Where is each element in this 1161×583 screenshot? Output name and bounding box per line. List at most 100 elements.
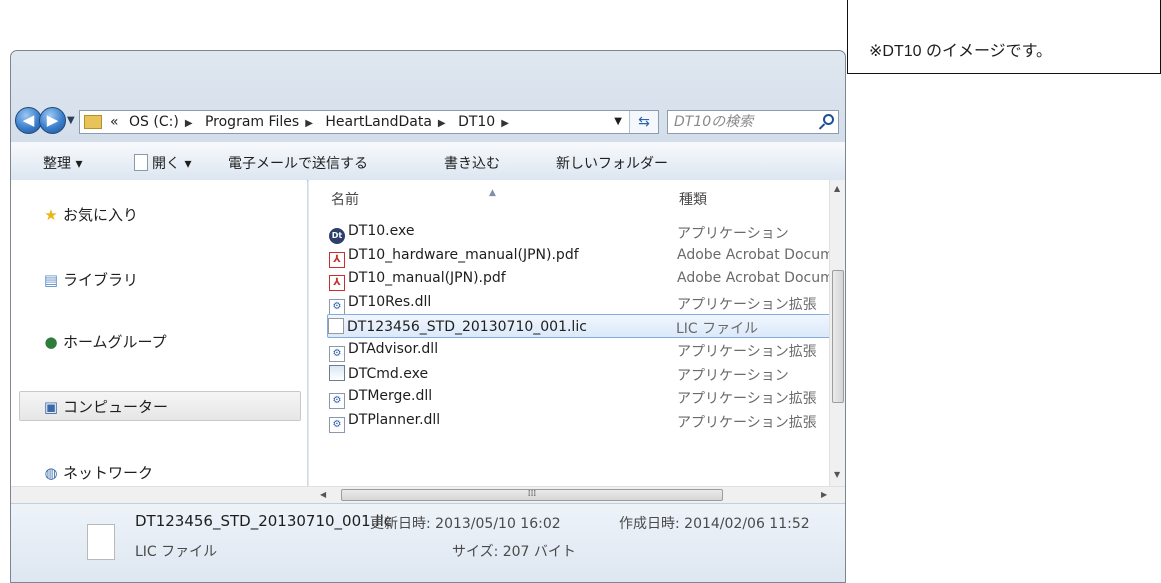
breadcrumb-heartlanddata[interactable]: HeartLandData (325, 114, 432, 130)
file-type: アプリケーション拡張 (677, 344, 817, 360)
dll-file-icon: ⚙ (329, 393, 345, 410)
search-icon[interactable] (823, 114, 834, 125)
details-modified: 更新日時: 2013/05/10 16:02 (370, 516, 561, 532)
address-bar[interactable]: « OS (C:) ▶ Program Files ▶ HeartLandData ▶… (79, 110, 659, 134)
file-name-text: DT10_manual(JPN).pdf (348, 270, 506, 287)
breadcrumb: « OS (C:) ▶ Program Files ▶ HeartLandData ▶… (110, 111, 517, 135)
pdf-file-icon: ⅄ (329, 275, 345, 292)
refresh-icon[interactable]: ⇆ (629, 111, 658, 133)
file-type: Adobe Acrobat Document (677, 270, 846, 287)
breadcrumb-os-c[interactable]: OS (C:) (129, 114, 179, 130)
file-name-text: DT10_hardware_manual(JPN).pdf (348, 246, 579, 263)
file-row[interactable]: ⅄ DT10_hardware_manual(JPN).pdf Adobe Acro… (329, 244, 846, 268)
file-row[interactable]: ⚙ DT10Res.dll アプリケーション拡張 (329, 291, 845, 315)
file-preview-icon (87, 524, 115, 560)
chevron-right-icon[interactable]: ▶ (438, 118, 446, 129)
nav-item-network[interactable]: ◍ ネットワーク (43, 462, 153, 483)
navigation-pane: ★ お気に入り ▤ ライブラリ ● ホームグループ ▣ コンピューター ◍ ネットワーク (11, 180, 307, 486)
breadcrumb-program-files[interactable]: Program Files (205, 114, 299, 130)
organize-button[interactable]: 整理 ▾ (43, 153, 82, 173)
breadcrumb-dt10[interactable]: DT10 (458, 114, 495, 130)
folder-icon (84, 115, 102, 129)
address-dropdown-icon[interactable]: ▼ (614, 111, 622, 133)
file-name-text: DTCmd.exe (348, 365, 429, 382)
file-name: ⚙ DT10Res.dll (329, 294, 431, 315)
nav-item-libraries[interactable]: ▤ ライブラリ (43, 269, 138, 290)
dll-file-icon: ⚙ (329, 346, 345, 362)
file-name-text: DT10.exe (348, 223, 415, 239)
file-name: ⚙ DTMerge.dll (329, 388, 433, 410)
file-type: Adobe Acrobat Document (677, 246, 846, 263)
file-name: ⚙ DTPlanner.dll (329, 412, 440, 433)
open-button[interactable]: 開く ▾ (134, 153, 191, 173)
caption-text: ※DT10 のイメージです。 (869, 43, 1053, 60)
file-row[interactable]: ⚙ DTPlanner.dll アプリケーション拡張 (329, 409, 845, 433)
horizontal-scrollbar[interactable]: ◀ ⁞⁞⁞ ▶ (11, 486, 845, 504)
vertical-scroll-thumb[interactable] (832, 270, 844, 403)
details-created: 作成日時: 2014/02/06 11:52 (619, 516, 810, 532)
document-icon (134, 154, 148, 171)
nav-item-favorites[interactable]: ★ お気に入り (43, 204, 138, 225)
nav-item-homegroup[interactable]: ● ホームグループ (43, 331, 167, 352)
file-type: アプリケーション (677, 226, 789, 242)
file-name: DTCmd.exe (329, 364, 429, 382)
file-row[interactable]: ⚙ DTAdvisor.dll アプリケーション拡張 (329, 338, 845, 362)
chevron-right-icon[interactable]: ▶ (305, 118, 313, 129)
scroll-left-icon[interactable]: ◀ (320, 490, 326, 499)
file-name-text: DTAdvisor.dll (348, 341, 439, 357)
email-button[interactable]: 電子メールで送信する (228, 153, 368, 173)
file-name: ⚙ DTAdvisor.dll (329, 341, 438, 362)
nav-label: ホームグループ (63, 333, 167, 351)
file-type: LIC ファイル (676, 321, 759, 338)
file-name: Dt DT10.exe (329, 223, 414, 244)
nav-item-computer[interactable]: ▣ コンピューター (43, 396, 168, 417)
file-type: アプリケーション拡張 (677, 414, 817, 431)
file-name-text: DTPlanner.dll (348, 411, 441, 428)
exe-file-icon: Dt (329, 228, 345, 244)
open-label: 開く ▾ (152, 156, 192, 172)
horizontal-scroll-thumb[interactable]: ⁞⁞⁞ (341, 489, 723, 501)
file-row[interactable]: DT123456_STD_20130710_001.lic LIC ファイル (327, 314, 845, 339)
file-list: 名前 ▲ 種類 Dt DT10.exe アプリケーション ⅄ DT10_hardware… (308, 180, 846, 486)
search-input[interactable]: DT10の検索 (667, 110, 839, 134)
file-name-text: DT10Res.dll (348, 293, 432, 310)
command-bar: 整理 ▾ 開く ▾ 電子メールで送信する 書き込む 新しいフォルダー ☷ ▾ ? (11, 142, 845, 181)
dll-file-icon: ⚙ (329, 298, 345, 315)
details-filetype: LIC ファイル (135, 544, 218, 560)
new-folder-button[interactable]: 新しいフォルダー (556, 153, 668, 173)
file-name-text: DT123456_STD_20130710_001.lic (347, 319, 587, 336)
burn-button[interactable]: 書き込む (444, 153, 500, 173)
library-icon: ▤ (43, 271, 59, 289)
lic-file-icon (328, 318, 344, 335)
chevron-right-icon[interactable]: ▶ (185, 118, 193, 129)
chevron-right-icon[interactable]: ▶ (501, 118, 509, 129)
cmd-file-icon (329, 364, 345, 381)
back-button[interactable]: ◀ (15, 107, 42, 134)
explorer-window: ◀ ▶ ▼ « OS (C:) ▶ Program Files ▶ HeartLan… (10, 50, 846, 583)
details-pane: DT123456_STD_20130710_001.lic 更新日時: 2013… (11, 503, 845, 582)
dll-file-icon: ⚙ (329, 416, 345, 433)
history-dropdown-icon[interactable]: ▼ (67, 115, 75, 126)
file-name: DT123456_STD_20130710_001.lic (328, 318, 587, 335)
details-filename: DT123456_STD_20130710_001.lic (135, 512, 393, 530)
scroll-down-icon[interactable]: ▼ (834, 470, 840, 479)
file-name-text: DTMerge.dll (348, 388, 433, 405)
breadcrumb-overflow[interactable]: « (110, 114, 119, 130)
search-placeholder: DT10の検索 (674, 114, 754, 130)
nav-label: お気に入り (63, 206, 139, 224)
file-row[interactable]: Dt DT10.exe アプリケーション (329, 220, 845, 244)
pdf-file-icon: ⅄ (329, 251, 345, 268)
scroll-right-icon[interactable]: ▶ (821, 490, 827, 499)
nav-label: ライブラリ (63, 271, 139, 289)
file-name: ⅄ DT10_manual(JPN).pdf (329, 270, 506, 292)
vertical-scrollbar[interactable]: ▲ ▼ (829, 180, 845, 486)
forward-button[interactable]: ▶ (39, 107, 66, 134)
file-type: アプリケーション拡張 (677, 391, 817, 408)
file-row[interactable]: ⅄ DT10_manual(JPN).pdf Adobe Acrobat Docum… (329, 267, 846, 292)
file-row[interactable]: DTCmd.exe アプリケーション (329, 362, 845, 386)
file-row[interactable]: ⚙ DTMerge.dll アプリケーション拡張 (329, 385, 845, 410)
column-header-name[interactable]: 名前 (331, 180, 359, 213)
column-header-type[interactable]: 種類 (679, 180, 707, 213)
scroll-up-icon[interactable]: ▲ (834, 184, 840, 193)
nav-label: コンピューター (63, 398, 169, 416)
